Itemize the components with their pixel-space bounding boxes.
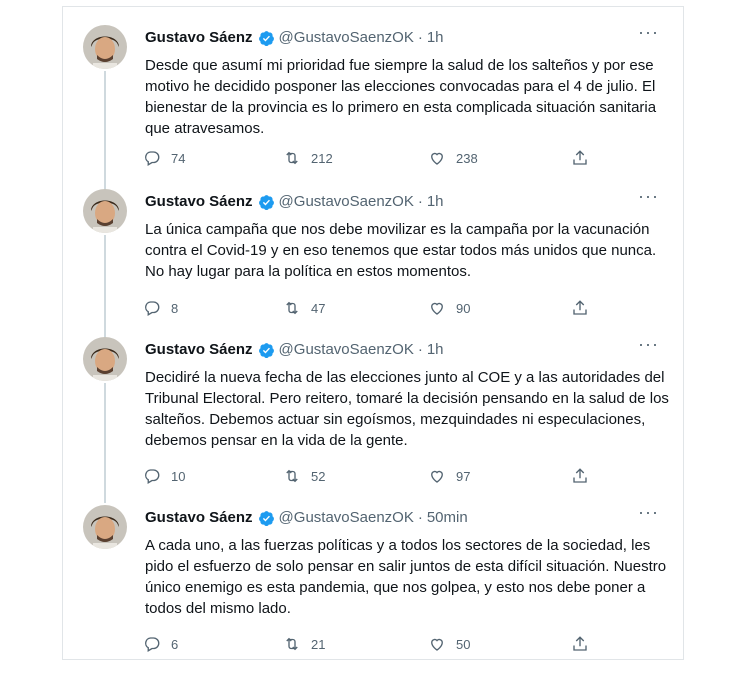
tweet-header: Gustavo Sáenz @GustavoSaenzOK · 1h <box>145 29 444 47</box>
more-options-icon[interactable]: ··· <box>638 187 659 205</box>
share-button[interactable] <box>571 299 599 317</box>
more-options-icon[interactable]: ··· <box>638 23 659 41</box>
retweet-button[interactable]: 212 <box>283 149 333 167</box>
like-count: 238 <box>456 150 478 166</box>
tweet[interactable]: Gustavo Sáenz @GustavoSaenzOK · 1h ··· D… <box>63 319 683 487</box>
separator-dot: · <box>417 29 423 46</box>
like-icon <box>431 302 443 315</box>
author-name[interactable]: Gustavo Sáenz <box>145 509 253 527</box>
verified-badge-icon <box>258 510 274 526</box>
like-count: 97 <box>456 468 471 484</box>
author-handle[interactable]: @GustavoSaenzOK <box>279 509 414 527</box>
retweet-icon <box>286 637 298 651</box>
tweet-time[interactable]: 1h <box>427 341 444 359</box>
tweet[interactable]: Gustavo Sáenz @GustavoSaenzOK · 1h ··· D… <box>63 7 683 177</box>
more-options-icon[interactable]: ··· <box>638 335 659 353</box>
retweet-button[interactable]: 52 <box>283 467 325 485</box>
verified-badge-icon <box>258 342 274 358</box>
author-handle[interactable]: @GustavoSaenzOK <box>279 341 414 359</box>
retweet-count: 47 <box>311 300 326 316</box>
reply-count: 10 <box>171 468 186 484</box>
retweet-count: 21 <box>311 636 326 652</box>
avatar[interactable] <box>83 505 127 549</box>
separator-dot: · <box>417 341 423 358</box>
share-icon <box>573 300 587 315</box>
share-button[interactable] <box>571 467 599 485</box>
retweet-icon <box>286 469 298 483</box>
reply-button[interactable]: 6 <box>143 635 178 653</box>
tweet-actions: 74 212 238 <box>143 149 663 169</box>
avatar[interactable] <box>83 25 127 69</box>
reply-button[interactable]: 8 <box>143 299 178 317</box>
reply-icon <box>145 469 160 484</box>
tweet-time[interactable]: 1h <box>427 193 444 211</box>
tweet-text: Decidiré la nueva fecha de las eleccione… <box>145 369 669 449</box>
tweet-header: Gustavo Sáenz @GustavoSaenzOK · 50min <box>145 509 468 527</box>
like-button[interactable]: 90 <box>428 299 470 317</box>
author-handle[interactable]: @GustavoSaenzOK <box>279 193 414 211</box>
reply-icon <box>145 301 160 316</box>
tweet-text: Desde que asumí mi prioridad fue siempre… <box>145 57 657 137</box>
author-name[interactable]: Gustavo Sáenz <box>145 193 253 211</box>
share-icon <box>573 468 587 483</box>
tweet-text: La única campaña que nos debe movilizar … <box>145 221 657 280</box>
more-options-icon[interactable]: ··· <box>638 503 659 521</box>
reply-button[interactable]: 74 <box>143 149 185 167</box>
author-name[interactable]: Gustavo Sáenz <box>145 29 253 47</box>
tweet-header: Gustavo Sáenz @GustavoSaenzOK · 1h <box>145 341 444 359</box>
share-button[interactable] <box>571 149 599 167</box>
retweet-count: 212 <box>311 150 333 166</box>
retweet-count: 52 <box>311 468 326 484</box>
share-icon <box>573 636 587 651</box>
reply-count: 8 <box>171 300 179 316</box>
like-button[interactable]: 97 <box>428 467 470 485</box>
tweet-time[interactable]: 50min <box>427 509 468 527</box>
avatar[interactable] <box>83 189 127 233</box>
separator-dot: · <box>417 193 423 210</box>
retweet-button[interactable]: 47 <box>283 299 325 317</box>
share-icon <box>573 150 587 165</box>
separator-dot: · <box>417 509 423 526</box>
retweet-button[interactable]: 21 <box>283 635 325 653</box>
tweet[interactable]: Gustavo Sáenz @GustavoSaenzOK · 1h ··· L… <box>63 171 683 335</box>
reply-count: 6 <box>171 636 179 652</box>
author-handle[interactable]: @GustavoSaenzOK <box>279 29 414 47</box>
avatar[interactable] <box>83 337 127 381</box>
tweet-text: A cada uno, a las fuerzas políticas y a … <box>145 537 667 617</box>
tweet[interactable]: Gustavo Sáenz @GustavoSaenzOK · 50min ··… <box>63 487 683 657</box>
reply-icon <box>145 637 160 652</box>
tweet-header: Gustavo Sáenz @GustavoSaenzOK · 1h <box>145 193 444 211</box>
tweet-thread-card: Gustavo Sáenz @GustavoSaenzOK · 1h ··· D… <box>62 6 684 660</box>
tweet-time[interactable]: 1h <box>427 29 444 47</box>
verified-badge-icon <box>258 194 274 210</box>
retweet-icon <box>286 301 298 315</box>
reply-icon <box>145 151 160 166</box>
like-count: 90 <box>456 300 471 316</box>
share-button[interactable] <box>571 635 599 653</box>
reply-button[interactable]: 10 <box>143 467 185 485</box>
tweet-actions: 10 52 97 <box>143 467 663 487</box>
like-icon <box>431 152 443 165</box>
retweet-icon <box>286 151 298 165</box>
like-icon <box>431 638 443 651</box>
like-icon <box>431 470 443 483</box>
tweet-actions: 6 21 50 <box>143 635 663 655</box>
verified-badge-icon <box>258 30 274 46</box>
author-name[interactable]: Gustavo Sáenz <box>145 341 253 359</box>
like-count: 50 <box>456 636 471 652</box>
tweet-actions: 8 47 90 <box>143 299 663 319</box>
reply-count: 74 <box>171 150 186 166</box>
like-button[interactable]: 50 <box>428 635 470 653</box>
like-button[interactable]: 238 <box>428 149 478 167</box>
